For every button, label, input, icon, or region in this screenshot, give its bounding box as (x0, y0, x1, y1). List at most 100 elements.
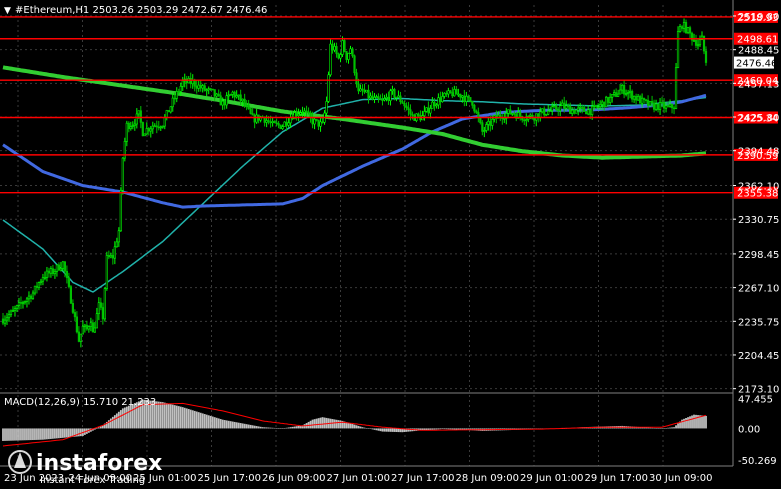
macd-bar (64, 428, 66, 438)
macd-bar (167, 403, 170, 429)
macd-bar (175, 405, 178, 429)
macd-bar (203, 414, 206, 429)
macd-bar (259, 426, 262, 429)
macd-bar (119, 410, 122, 429)
macd-bar (52, 428, 54, 439)
candle-body (525, 119, 528, 122)
candle-body (367, 89, 370, 99)
candle-body (445, 92, 448, 95)
candle-body (267, 120, 270, 123)
macd-bar (389, 428, 392, 432)
time-axis: 23 Jun 2023 24 Jun 09:00 25 Jun 01:00 25 Ju… (4, 473, 713, 484)
macd-bar (173, 405, 176, 429)
candle-body (99, 302, 102, 308)
price-tick-label: 2488.45 (738, 46, 779, 57)
candle-body (37, 282, 41, 288)
candle-body (621, 85, 624, 91)
macd-bar (687, 417, 689, 429)
macd-bar (705, 415, 707, 429)
candle-body (147, 128, 150, 132)
candle-body (319, 121, 322, 127)
macd-bar (649, 427, 651, 429)
candle-body (591, 106, 594, 115)
collapse-arrow-icon[interactable]: ▼ (4, 6, 11, 16)
candle-body (469, 97, 472, 102)
macd-bar (215, 417, 218, 429)
candle-body (209, 88, 212, 90)
macd-bar (127, 405, 130, 429)
candle-body (73, 312, 76, 318)
candle-body (461, 95, 464, 98)
candle-body (585, 111, 588, 115)
macd-bar (273, 427, 276, 429)
candle-body (587, 109, 590, 115)
candle-body (225, 95, 228, 106)
candle-body (107, 255, 110, 258)
candle-body (255, 114, 258, 123)
macd-bar (651, 427, 653, 429)
macd-tick-label: -50.269 (738, 456, 777, 467)
candle-body (607, 96, 610, 103)
candle-body (87, 326, 90, 330)
macd-bar (247, 424, 250, 429)
candle-body (613, 92, 616, 95)
macd-bar (457, 428, 460, 430)
candle-body (329, 43, 332, 76)
candle-body (563, 102, 566, 109)
candle-body (369, 95, 372, 99)
candle-body (97, 302, 100, 315)
macd-bar (695, 414, 697, 429)
candle-body (453, 89, 456, 97)
candle-body (573, 109, 576, 114)
candle-body (603, 101, 606, 108)
macd-bar (657, 428, 659, 429)
candle-body (53, 271, 57, 275)
macd-bar (385, 428, 388, 432)
macd-bar (313, 419, 316, 429)
candle-body (589, 109, 592, 115)
macd-bar (453, 428, 456, 430)
macd-bar (451, 428, 454, 430)
candle-body (211, 88, 214, 91)
candle-body (357, 83, 360, 92)
candle-body (193, 80, 196, 87)
macd-bar (56, 428, 58, 439)
candle-body (676, 31, 680, 69)
macd-bar (455, 428, 458, 430)
macd-bar (26, 428, 28, 441)
candle-body (305, 110, 308, 113)
macd-bar (213, 417, 216, 429)
macd-bar (60, 428, 62, 439)
candle-body (141, 122, 144, 137)
macd-bar (54, 428, 56, 439)
candle-body (553, 105, 556, 108)
candle-body (395, 96, 398, 99)
macd-bar (62, 428, 64, 438)
candle-body (447, 90, 450, 95)
macd-bar (339, 420, 342, 429)
candle-body (17, 302, 21, 306)
candle-body (559, 105, 562, 112)
macd-bar (703, 415, 705, 429)
macd-bar (159, 401, 162, 429)
candle-body (129, 126, 132, 130)
macd-bar (34, 428, 36, 440)
candle-body (61, 261, 65, 269)
macd-bar (219, 419, 222, 429)
macd-bar (42, 428, 44, 440)
macd-bar (187, 409, 190, 429)
candle-body (119, 190, 122, 232)
candle-body (467, 95, 470, 98)
macd-bar (689, 416, 691, 429)
candle-body (299, 112, 302, 115)
macd-bar (66, 428, 68, 438)
macd-bar (281, 428, 284, 429)
macd-bar (335, 419, 338, 429)
price-tick-label: 2394.48 (738, 147, 779, 158)
candle-body (43, 277, 47, 279)
candle-body (139, 110, 142, 123)
macd-bar (303, 424, 306, 429)
candle-body (153, 125, 156, 128)
candle-body (1, 318, 5, 324)
candle-body (67, 277, 71, 287)
